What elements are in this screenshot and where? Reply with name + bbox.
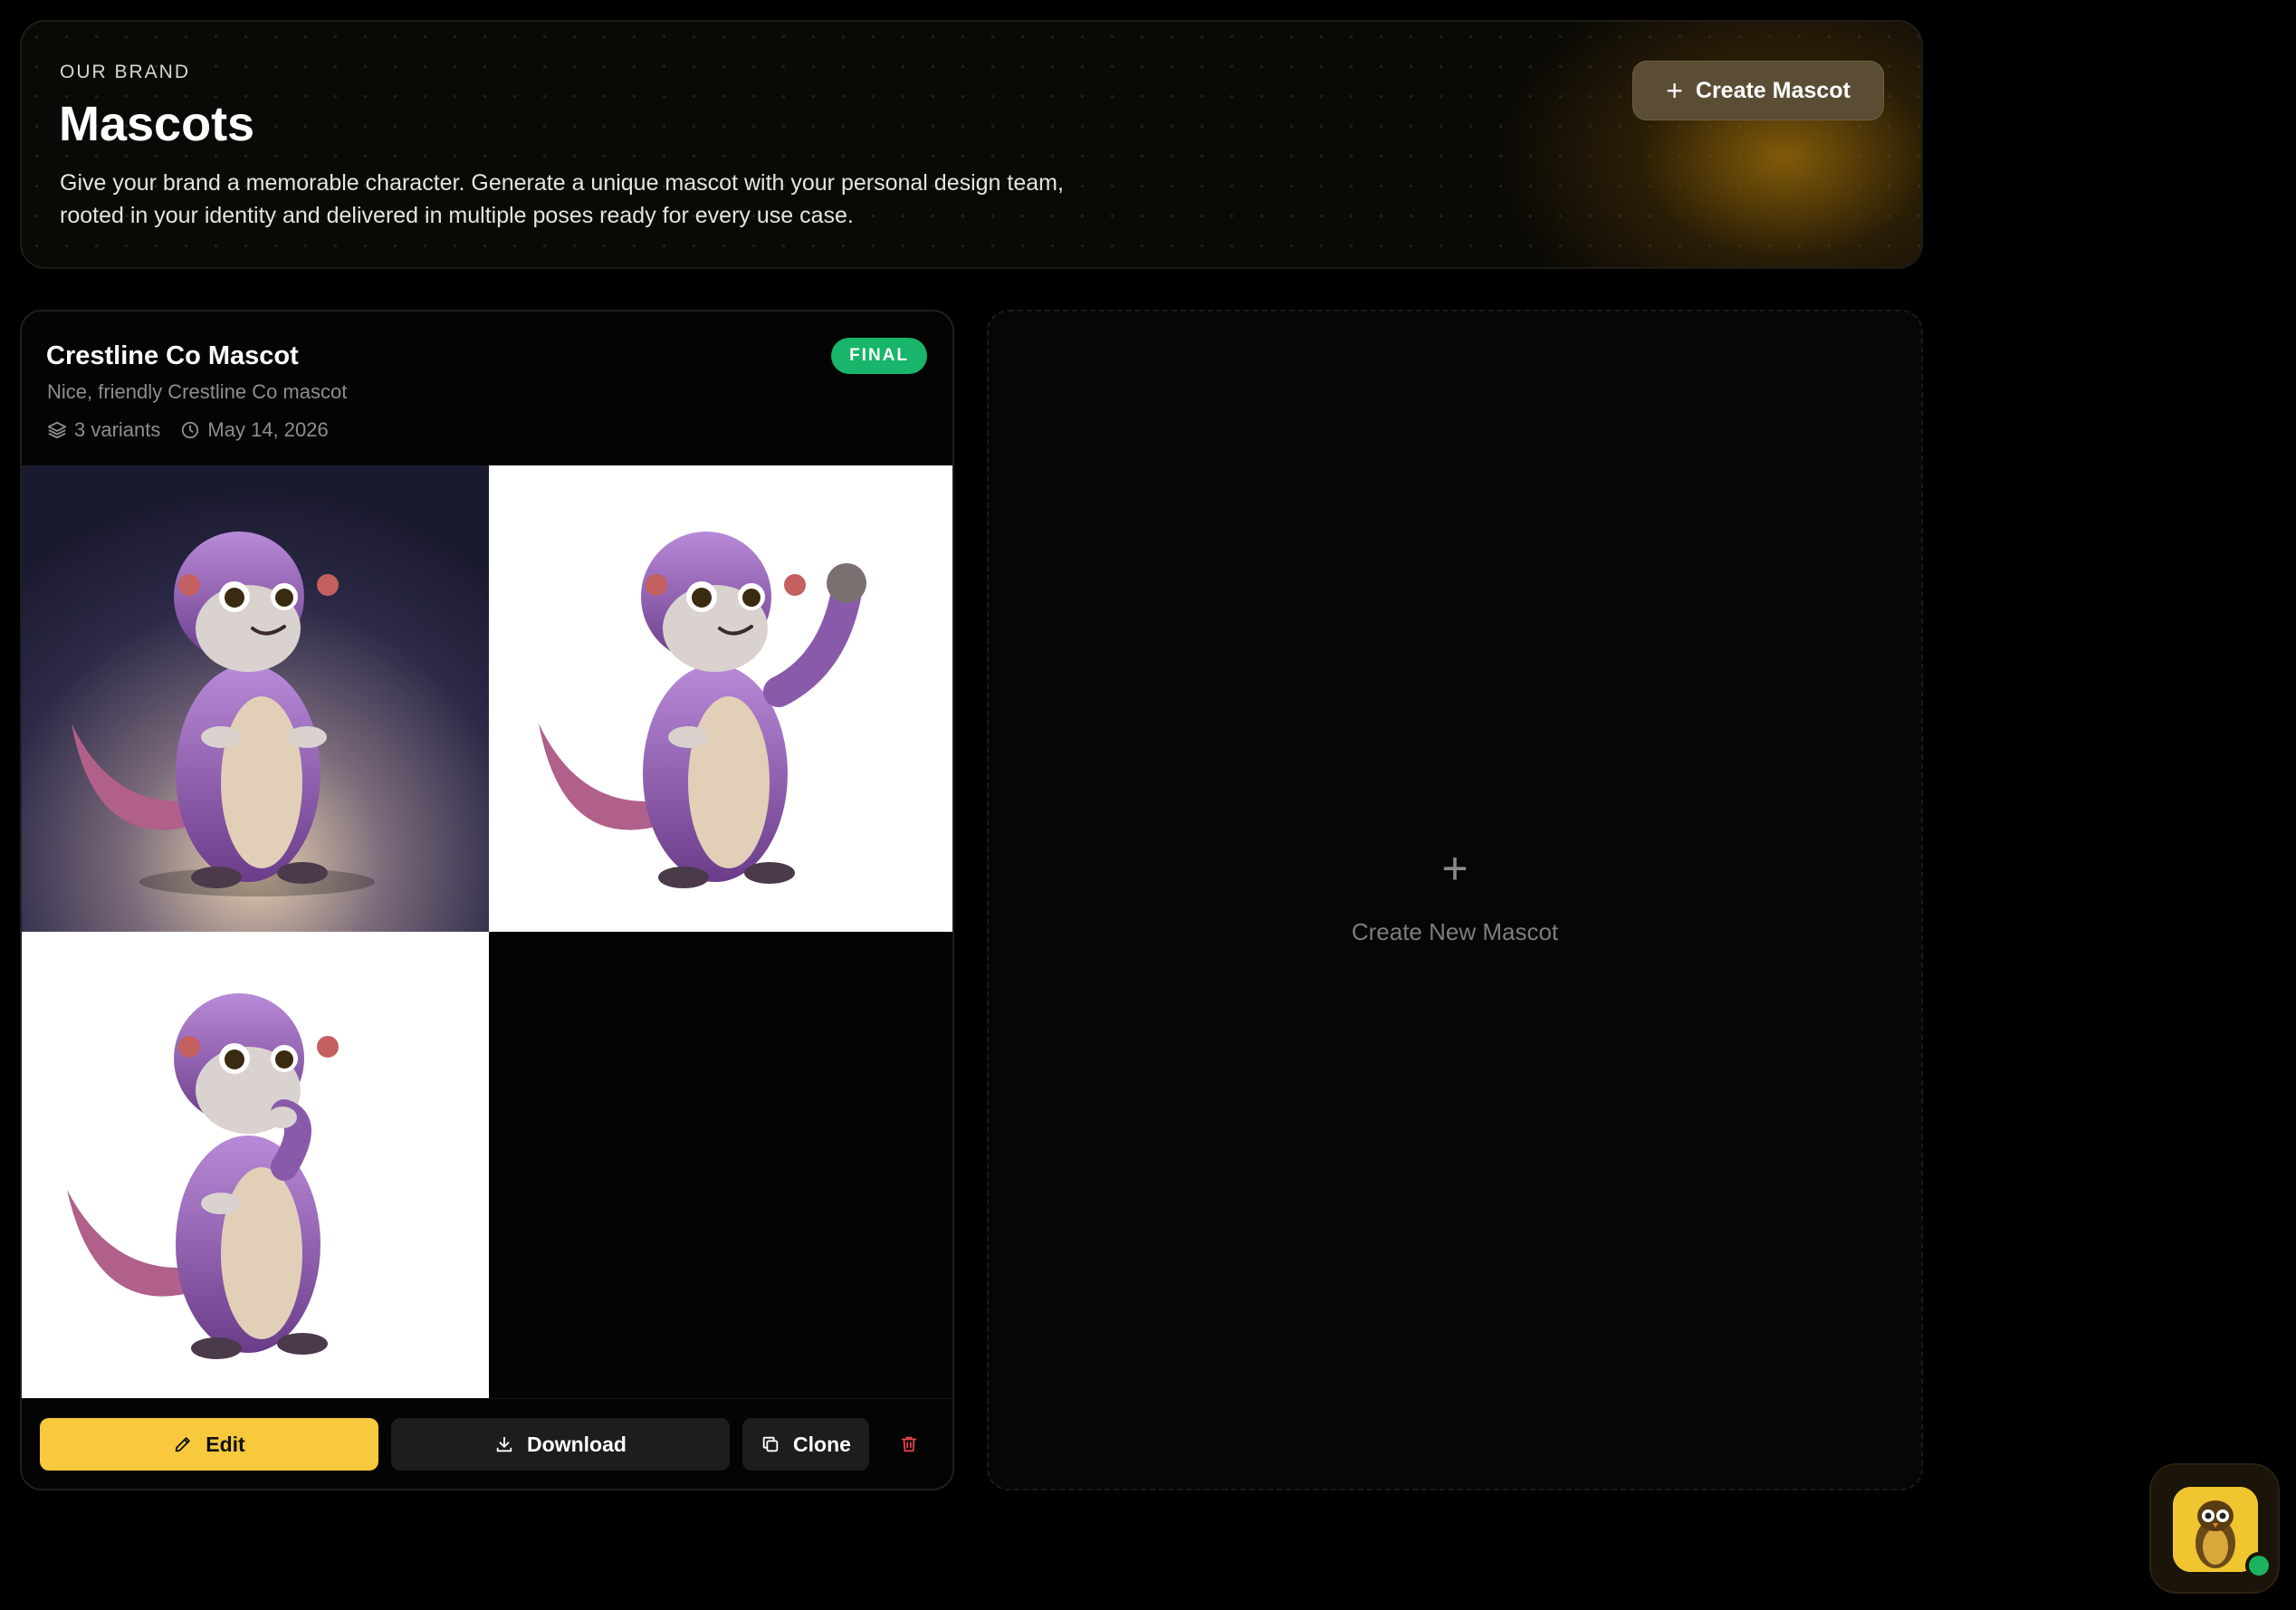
pangolin-mascot-standing-image[interactable] bbox=[22, 465, 489, 932]
create-mascot-button[interactable]: + Create Mascot bbox=[1632, 61, 1884, 120]
download-button[interactable]: Download bbox=[391, 1418, 730, 1471]
plus-icon: + bbox=[1441, 843, 1468, 894]
trash-icon bbox=[901, 1436, 917, 1452]
status-badge: FINAL bbox=[831, 338, 927, 374]
description-line-1: Give your brand a memorable character. G… bbox=[60, 170, 1064, 196]
eyebrow-label: OUR BRAND bbox=[60, 62, 191, 82]
download-label: Download bbox=[527, 1432, 627, 1456]
create-new-mascot-label: Create New Mascot bbox=[1351, 918, 1559, 945]
pangolin-mascot-thinking-image[interactable] bbox=[22, 932, 489, 1398]
hero-banner: OUR BRAND Mascots Give your brand a memo… bbox=[20, 20, 1923, 269]
mascot-illustration-waving bbox=[489, 465, 952, 932]
assistant-launcher[interactable] bbox=[2149, 1463, 2280, 1594]
page-description: Give your brand a memorable character. G… bbox=[60, 167, 1191, 232]
pencil-icon bbox=[176, 1437, 191, 1452]
variants-label: 3 variants bbox=[74, 418, 161, 441]
mascot-card: Crestline Co Mascot FINAL Nice, friendly… bbox=[20, 310, 954, 1490]
mascot-illustration-thinking bbox=[22, 932, 489, 1398]
pangolin-mascot-waving-image[interactable] bbox=[489, 465, 952, 932]
page-title: Mascots bbox=[59, 97, 255, 151]
create-new-mascot-panel[interactable]: + Create New Mascot bbox=[987, 310, 1923, 1490]
online-status-indicator bbox=[2245, 1552, 2272, 1579]
owl-avatar-icon bbox=[2173, 1487, 2258, 1572]
mascot-actions: Edit Download Clone bbox=[22, 1398, 952, 1489]
delete-button[interactable] bbox=[891, 1418, 927, 1471]
mascot-gallery bbox=[22, 465, 952, 1398]
edit-label: Edit bbox=[206, 1432, 245, 1456]
layers-icon bbox=[47, 421, 67, 439]
owl-illustration bbox=[2173, 1487, 2258, 1572]
create-mascot-label: Create Mascot bbox=[1695, 77, 1851, 103]
variants-count: 3 variants bbox=[47, 418, 160, 442]
mascot-illustration-standing bbox=[22, 465, 489, 932]
clone-label: Clone bbox=[793, 1432, 851, 1456]
copy-icon bbox=[762, 1436, 779, 1452]
clone-button[interactable]: Clone bbox=[742, 1418, 869, 1471]
description-line-2: rooted in your identity and delivered in… bbox=[60, 203, 854, 228]
mascot-meta: 3 variants May 14, 2026 bbox=[47, 418, 341, 442]
clock-icon bbox=[182, 421, 199, 439]
plus-icon: + bbox=[1666, 74, 1683, 107]
mascot-subtitle: Nice, friendly Crestline Co mascot bbox=[47, 380, 348, 403]
download-icon bbox=[496, 1436, 512, 1452]
mascot-title: Crestline Co Mascot bbox=[46, 341, 299, 370]
created-date: May 14, 2026 bbox=[180, 418, 329, 442]
date-label: May 14, 2026 bbox=[207, 418, 329, 441]
edit-button[interactable]: Edit bbox=[40, 1418, 378, 1471]
